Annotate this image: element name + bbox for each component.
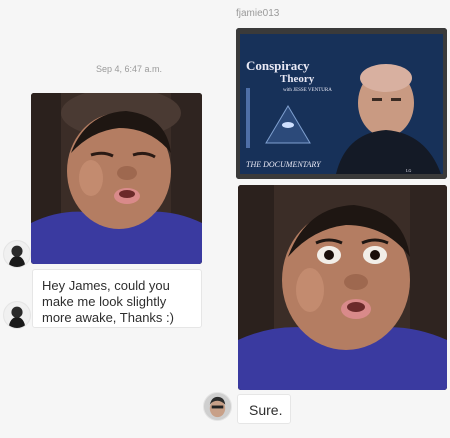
tv-brand: LG (406, 168, 411, 173)
reply-message-text: Sure. (249, 402, 283, 418)
sent-message-bubble[interactable]: Hey James, could you make me look slight… (32, 269, 202, 328)
received-photo-awake[interactable] (238, 185, 447, 390)
user-avatar[interactable] (3, 240, 31, 268)
tv-title-line1: Conspiracy (246, 58, 310, 73)
message-timestamp: Sep 4, 6:47 a.m. (96, 64, 163, 74)
sender-avatar[interactable] (203, 392, 232, 421)
tv-subtitle: THE DOCUMENTARY (246, 160, 322, 169)
tv-host-label: with JESSE VENTURA (283, 88, 332, 93)
received-photo-tv[interactable]: Conspiracy Theory with JESSE VENTURA THE… (236, 28, 447, 179)
sent-message-text: Hey James, could you make me look slight… (42, 278, 174, 325)
tv-title-line2: Theory (280, 73, 315, 85)
user-avatar-2[interactable] (3, 301, 31, 329)
sender-username: fjamie013 (236, 8, 280, 19)
reply-message-bubble[interactable]: Sure. (237, 394, 291, 424)
sent-photo-sleepy[interactable] (31, 93, 202, 264)
